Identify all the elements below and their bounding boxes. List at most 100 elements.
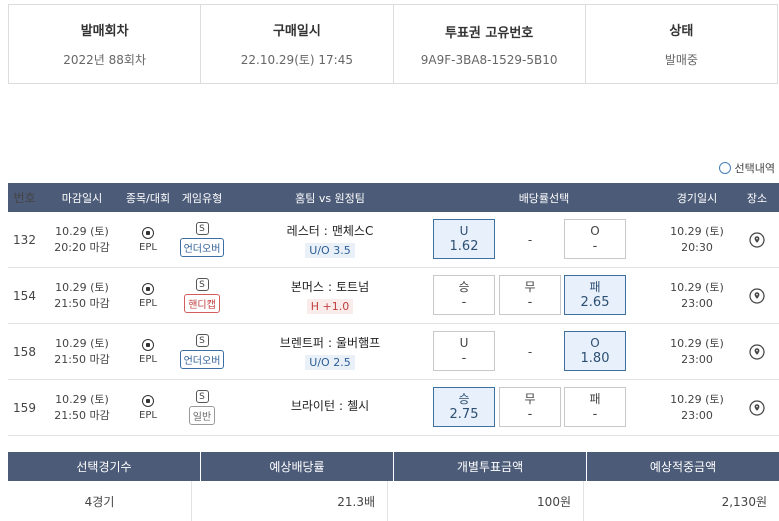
- odds-unavailable: -: [527, 232, 533, 247]
- odds-option-label: U: [459, 224, 469, 238]
- team-separator: :: [323, 223, 328, 238]
- odds-option-value: -: [527, 407, 533, 422]
- odds-option-button[interactable]: 패-: [564, 387, 626, 427]
- sport-league: EPL: [123, 282, 173, 309]
- deadline: 10.29 (토) 21:50 마감: [41, 336, 123, 368]
- deadline-date: 10.29 (토): [55, 336, 109, 350]
- game-type: S 핸디캡: [173, 278, 231, 313]
- game-time: 23:00: [681, 408, 713, 422]
- selection-toggle-label: 선택내역: [734, 162, 775, 175]
- ticket-id-value: 9A9F-3BA8-1529-5B10: [420, 52, 558, 67]
- location-pin-icon[interactable]: [749, 343, 765, 360]
- odds-option-button[interactable]: 무-: [499, 275, 561, 315]
- match-teams: 브라이턴: 첼시: [231, 397, 429, 418]
- bet-amount: 100원: [388, 481, 584, 521]
- league-name: EPL: [139, 353, 157, 365]
- match-teams: 브렌트퍼: 울버햄프 U/O 2.5: [231, 334, 429, 370]
- game-type: S 일반: [173, 390, 231, 425]
- deadline: 10.29 (토) 21:50 마감: [41, 392, 123, 424]
- header-teams: 홈팀 vs 원정팀: [295, 191, 365, 205]
- bet-summary: 선택경기수 예상배당률 개별투표금액 예상적중금액 4경기 21.3배 100원…: [8, 452, 779, 521]
- odds-option-value: 1.62: [449, 239, 479, 254]
- place-cell: [735, 287, 779, 304]
- home-team: 브렌트퍼: [279, 335, 324, 350]
- ticket-id-label: 투표권 고유번호: [445, 25, 534, 41]
- team-names: 본머스: 토트넘: [291, 278, 369, 295]
- game-type-tag: 언더오버: [179, 350, 225, 369]
- s-badge-icon: S: [195, 390, 209, 403]
- table-row: 159 10.29 (토) 21:50 마감 EPL S 일반 브라이턴: 첼시 …: [8, 380, 779, 436]
- place-cell: [735, 231, 779, 248]
- away-team: 첼시: [347, 399, 370, 413]
- team-separator: :: [327, 335, 333, 350]
- odds-options: U - - O 1.80: [429, 324, 659, 379]
- odds-option-button[interactable]: 패 2.65: [564, 275, 626, 315]
- odds-option-button[interactable]: U 1.62: [433, 219, 495, 259]
- expected-win-amount: 2,130원: [721, 494, 767, 509]
- odds-option-button[interactable]: 승-: [433, 275, 495, 315]
- game-datetime: 10.29 (토) 20:30: [659, 224, 735, 256]
- deadline-time: 21:50 마감: [54, 408, 110, 422]
- selection-toggle[interactable]: 선택내역: [718, 160, 775, 176]
- deadline-time: 21:50 마감: [54, 352, 110, 366]
- soccer-ball-icon: [142, 226, 154, 239]
- league-name: EPL: [139, 241, 157, 253]
- odds-option-button[interactable]: 승 2.75: [433, 387, 495, 427]
- header-selected-count: 선택경기수: [8, 452, 201, 481]
- deadline-date: 10.29 (토): [55, 280, 109, 294]
- header-odds: 배당률선택: [518, 191, 570, 205]
- deadline: 10.29 (토) 20:20 마감: [41, 224, 123, 256]
- round-cell: 발매회차 2022년 88회차: [9, 5, 202, 83]
- odds-option-label: 승: [458, 392, 470, 406]
- team-names: 레스터: 맨체스C: [287, 222, 374, 239]
- odds-option-label: U: [459, 336, 469, 350]
- odds-option-value: -: [461, 351, 467, 366]
- soccer-ball-icon: [142, 338, 154, 351]
- table-row: 158 10.29 (토) 21:50 마감 EPL S 언더오버 브렌트퍼: 울…: [8, 324, 779, 380]
- odds-unavailable: -: [527, 344, 533, 359]
- odds-option-value: -: [592, 407, 598, 422]
- header-game-date: 경기일시: [676, 191, 718, 205]
- soccer-ball-icon: [142, 282, 154, 295]
- odds-option-label: 승: [458, 280, 470, 294]
- away-team: 맨체스C: [331, 223, 374, 238]
- home-team: 레스터: [286, 223, 320, 238]
- odds-option-value: 1.80: [580, 351, 610, 366]
- header-no: 번호: [13, 191, 36, 205]
- handicap-label: H +1.0: [306, 298, 354, 314]
- odds-options: 승 - 무 - 패 2.65: [429, 268, 659, 323]
- game-type-tag: 일반: [188, 406, 216, 425]
- table-row: 132 10.29 (토) 20:20 마감 EPL S 언더오버 레스터: 맨체…: [8, 212, 779, 268]
- deadline-date: 10.29 (토): [55, 224, 109, 238]
- game-date: 10.29 (토): [670, 336, 724, 350]
- place-cell: [735, 343, 779, 360]
- location-pin-icon[interactable]: [749, 399, 765, 416]
- selection-checkbox[interactable]: [718, 162, 731, 174]
- game-number: 132: [13, 232, 36, 247]
- odds-option-label: O: [590, 336, 600, 350]
- bet-summary-header: 선택경기수 예상배당률 개별투표금액 예상적중금액: [8, 452, 779, 481]
- game-datetime: 10.29 (토) 23:00: [659, 336, 735, 368]
- status-cell: 상태 발매중: [586, 5, 777, 83]
- odds-option-button[interactable]: O-: [564, 219, 626, 259]
- handicap-label: U/O 2.5: [305, 354, 355, 370]
- odds-option-value: -: [592, 239, 598, 254]
- odds-option-value: 2.65: [580, 295, 610, 310]
- game-number: 159: [13, 400, 36, 415]
- game-time: 20:30: [681, 240, 713, 254]
- odds-option-button[interactable]: 무-: [499, 387, 561, 427]
- odds-option-value: -: [527, 295, 533, 310]
- home-team: 브라이턴: [290, 399, 336, 413]
- header-expected-odds: 예상배당률: [201, 452, 394, 481]
- odds-option-button[interactable]: U-: [433, 331, 495, 371]
- location-pin-icon[interactable]: [749, 287, 765, 304]
- table-body: 132 10.29 (토) 20:20 마감 EPL S 언더오버 레스터: 맨체…: [8, 212, 779, 436]
- team-names: 브라이턴: 첼시: [291, 397, 369, 414]
- game-datetime: 10.29 (토) 23:00: [659, 392, 735, 424]
- odds-option-button[interactable]: O 1.80: [564, 331, 626, 371]
- location-pin-icon[interactable]: [749, 231, 765, 248]
- header-place: 장소: [746, 191, 768, 205]
- s-badge-icon: S: [195, 222, 209, 235]
- deadline: 10.29 (토) 21:50 마감: [41, 280, 123, 312]
- game-number: 154: [13, 288, 36, 303]
